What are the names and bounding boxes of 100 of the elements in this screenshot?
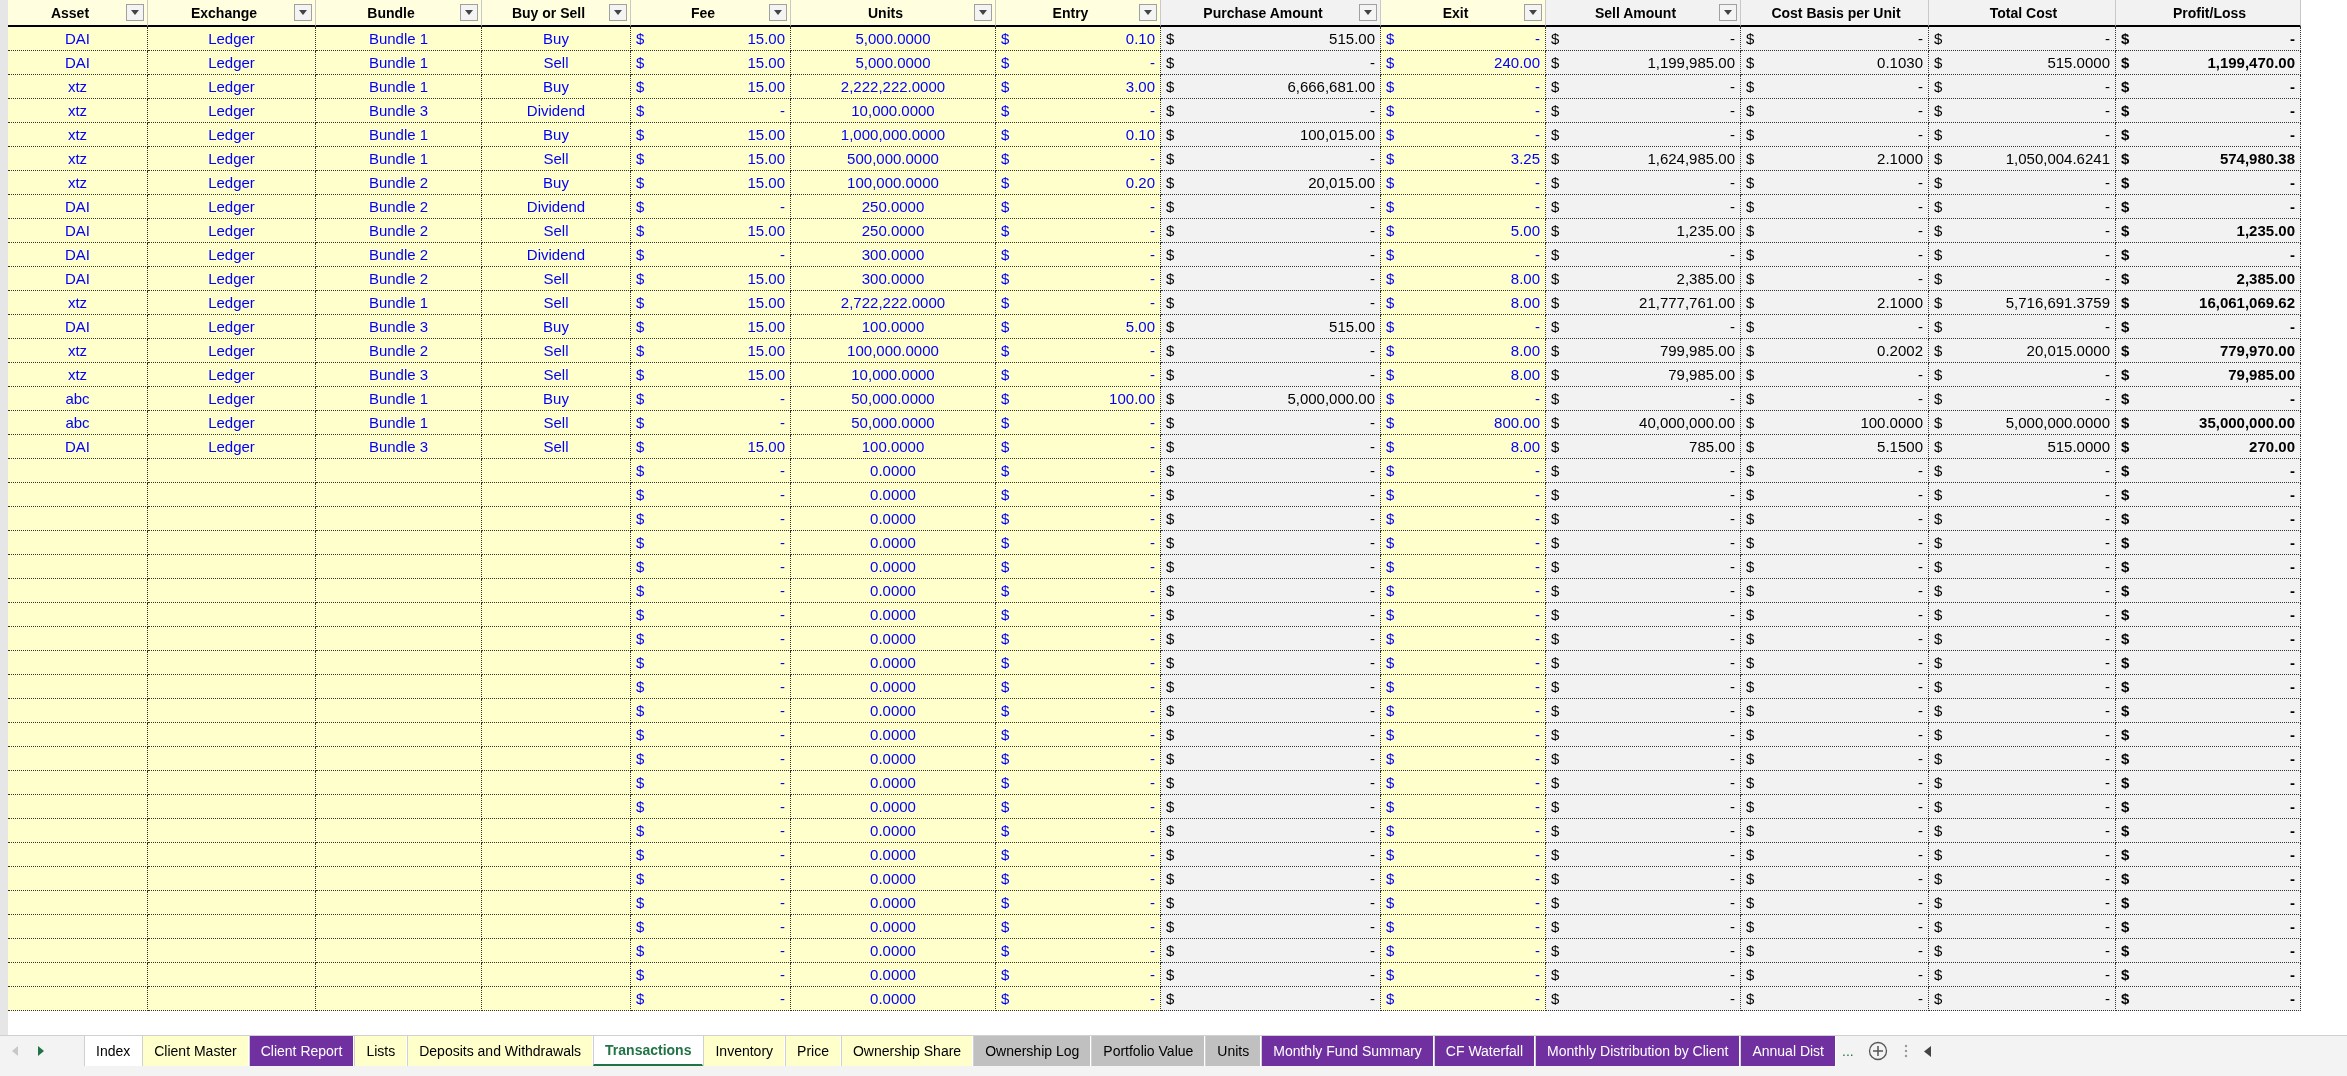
currency-symbol: $ [1386, 990, 1395, 1007]
currency-symbol: $ [1001, 150, 1010, 167]
cell-value: - [2290, 390, 2295, 407]
sheet-tab[interactable]: Transactions [593, 1036, 704, 1066]
currency-symbol: $ [1001, 126, 1010, 143]
cell-value: - [2290, 318, 2295, 335]
sheet-tab[interactable]: CF Waterfall [1433, 1036, 1536, 1066]
currency-symbol: $ [1746, 294, 1755, 311]
currency-symbol: $ [1746, 438, 1755, 455]
cell-value: - [1730, 990, 1735, 1007]
currency-symbol: $ [636, 198, 645, 215]
cell-value: 800.00 [1494, 414, 1540, 431]
sheet-tab[interactable]: Monthly Distribution by Client [1535, 1036, 1741, 1066]
cell-value: - [1370, 102, 1375, 119]
cell-value: - [780, 102, 785, 119]
currency-symbol: $ [636, 822, 645, 839]
cell-value: - [1918, 126, 1923, 143]
currency-symbol: $ [1934, 246, 1943, 263]
sheet-tab[interactable]: Index [84, 1036, 143, 1066]
table-cell: Dividend [482, 195, 631, 219]
cell-value: - [780, 534, 785, 551]
filter-button[interactable] [1524, 4, 1542, 21]
cell-value: - [2290, 174, 2295, 191]
sheet-tab[interactable]: Portfolio Value [1091, 1036, 1206, 1066]
currency-symbol: $ [1001, 870, 1010, 887]
drag-handle-icon[interactable] [1903, 1044, 1908, 1058]
cell-value: - [2290, 606, 2295, 623]
cell-value: - [2290, 966, 2295, 983]
currency-symbol: $ [1001, 30, 1010, 47]
more-tabs-button[interactable]: ... [1836, 1036, 1860, 1066]
cell-value: - [1370, 966, 1375, 983]
currency-symbol: $ [1001, 222, 1010, 239]
currency-symbol: $ [636, 510, 645, 527]
currency-symbol: $ [636, 582, 645, 599]
currency-symbol: $ [636, 846, 645, 863]
currency-symbol: $ [636, 654, 645, 671]
cell-value: 20,015.0000 [2026, 342, 2110, 359]
sheet-tab[interactable]: Monthly Fund Summary [1261, 1036, 1434, 1066]
currency-symbol: $ [1001, 558, 1010, 575]
sheet-tab[interactable]: Inventory [703, 1036, 786, 1066]
currency-symbol: $ [1001, 102, 1010, 119]
sheet-tab[interactable]: Ownership Log [973, 1036, 1092, 1066]
cell-value: 240.00 [1494, 54, 1540, 71]
sheet-tab[interactable]: Client Report [248, 1036, 355, 1066]
cell-value: - [1150, 222, 1155, 239]
table-cell: Ledger [148, 75, 316, 99]
filter-button[interactable] [460, 4, 478, 21]
currency-symbol: $ [636, 798, 645, 815]
cell-value: - [1730, 846, 1735, 863]
sheet-tab[interactable]: Lists [354, 1036, 408, 1066]
cell-value: - [2105, 30, 2110, 47]
currency-symbol: $ [1386, 894, 1395, 911]
cell-value: - [1535, 510, 1540, 527]
cell-value: 79,985.00 [2228, 366, 2295, 383]
cell-value: - [780, 942, 785, 959]
cell-value: - [1150, 246, 1155, 263]
filter-button[interactable] [1359, 4, 1377, 21]
cell-value: - [1150, 846, 1155, 863]
scroll-left-icon[interactable] [1923, 1045, 1931, 1057]
filter-button[interactable] [294, 4, 312, 21]
cell-value: - [1730, 870, 1735, 887]
sheet-tab[interactable]: Ownership Share [840, 1036, 974, 1066]
currency-symbol: $ [1934, 414, 1943, 431]
filter-button[interactable] [1719, 4, 1737, 21]
filter-button[interactable] [769, 4, 787, 21]
cell-value: - [2105, 846, 2110, 863]
currency-symbol: $ [1386, 150, 1395, 167]
currency-symbol: $ [2121, 822, 2130, 839]
currency-symbol: $ [1166, 318, 1175, 335]
cell-value: - [1370, 918, 1375, 935]
table-cell: 0.0000 [791, 891, 996, 915]
sheet-tab[interactable]: Annual Dist [1740, 1036, 1836, 1066]
cell-value: 1,235.00 [1676, 222, 1735, 239]
cell-value: - [780, 462, 785, 479]
sheet-tab[interactable]: Price [785, 1036, 841, 1066]
table-cell: Ledger [148, 387, 316, 411]
cell-value: 0.20 [1125, 174, 1155, 191]
filter-button[interactable] [126, 4, 144, 21]
scroll-right-icon[interactable] [38, 1046, 44, 1056]
sheet-tab[interactable]: Client Master [142, 1036, 249, 1066]
currency-symbol: $ [1746, 822, 1755, 839]
cell-value: - [2290, 750, 2295, 767]
sheet-tab[interactable]: Deposits and Withdrawals [407, 1036, 594, 1066]
filter-button[interactable] [609, 4, 627, 21]
currency-symbol: $ [1746, 558, 1755, 575]
cell-value: - [1150, 414, 1155, 431]
filter-button[interactable] [974, 4, 992, 21]
cell-value: - [1370, 150, 1375, 167]
sheet-tab[interactable]: Units [1205, 1036, 1262, 1066]
table-cell: 0.0000 [791, 699, 996, 723]
cell-value: - [1730, 942, 1735, 959]
currency-symbol: $ [1746, 366, 1755, 383]
currency-symbol: $ [1934, 582, 1943, 599]
table-cell: Ledger [148, 243, 316, 267]
add-sheet-icon[interactable] [1867, 1041, 1888, 1061]
cell-value: - [2290, 462, 2295, 479]
table-cell: 100.0000 [791, 435, 996, 459]
filter-button[interactable] [1139, 4, 1157, 21]
table-cell: 10,000.0000 [791, 99, 996, 123]
currency-symbol: $ [1551, 678, 1560, 695]
